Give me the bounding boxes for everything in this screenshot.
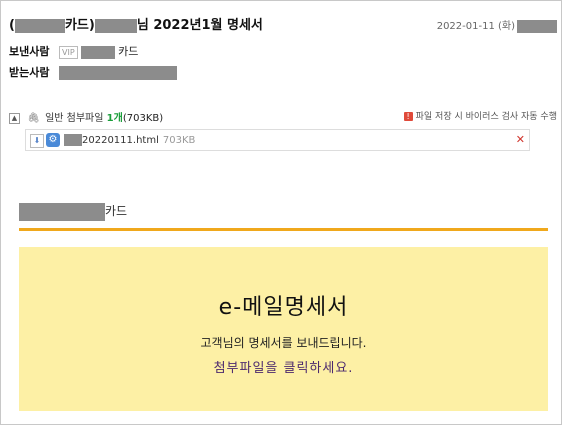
- attachment-total-size: (703KB): [122, 113, 164, 124]
- sender-name[interactable]: 카드: [118, 45, 138, 58]
- attachment-count: 1개: [106, 113, 123, 124]
- mail-subject: (카드) 님 2022년1월 명세서: [9, 14, 263, 33]
- warning-icon: !: [403, 112, 413, 121]
- mail-view: (카드) 님 2022년1월 명세서 2022-01-11 (화) 보낸사람 VI…: [0, 0, 562, 425]
- banner-instruction: 첨부파일을 클릭하세요.: [213, 361, 354, 376]
- attachment-file-link[interactable]: 20220111.html 703KB: [64, 134, 195, 146]
- brand-suffix: 카드: [105, 204, 128, 218]
- mail-date: 2022-01-11 (화): [437, 17, 557, 33]
- receiver-label: 받는사람: [9, 66, 50, 79]
- subject-card: 카드): [64, 18, 95, 33]
- virus-scan-text: 파일 저장 시 바이러스 검사 자동 수행: [415, 112, 557, 122]
- redacted-text: [517, 19, 557, 33]
- banner-title: e-메일명세서: [218, 295, 349, 320]
- attachment-label: 일반 첨부파일: [45, 113, 104, 124]
- redacted-text: [58, 66, 177, 80]
- vip-badge: VIP: [58, 45, 78, 59]
- paperclip-icon: 🖇: [27, 113, 40, 124]
- date-text: 2022-01-11 (화): [436, 21, 515, 32]
- redacted-text: [64, 134, 82, 146]
- divider: [19, 228, 548, 231]
- sender-label: 보낸사람: [9, 45, 50, 58]
- redacted-text: [19, 202, 105, 221]
- collapse-icon[interactable]: ▲: [9, 112, 20, 124]
- receiver-row: 받는사람: [9, 64, 177, 80]
- file-size: 703KB: [162, 135, 196, 146]
- attachment-bar: ▲ 🖇 일반 첨부파일 1개(703KB) ! 파일 저장 시 바이러스 검사 자…: [9, 109, 557, 124]
- statement-banner: e-메일명세서 고객님의 명세서를 보내드립니다. 첨부파일을 클릭하세요.: [19, 247, 548, 411]
- attachment-file-row: ⬇ ⚙ 20220111.html 703KB ✕: [25, 129, 530, 151]
- banner-message: 고객님의 명세서를 보내드립니다.: [200, 336, 367, 350]
- redacted-text: [14, 18, 65, 33]
- redacted-text: [80, 45, 115, 59]
- subject-title: 님 2022년1월 명세서: [136, 18, 263, 33]
- download-icon[interactable]: ⬇: [30, 134, 44, 148]
- close-icon[interactable]: ✕: [516, 133, 525, 146]
- redacted-text: [94, 18, 137, 33]
- gear-icon[interactable]: ⚙: [46, 133, 60, 147]
- brand-header: 카드: [19, 202, 127, 221]
- file-name: 20220111.html: [82, 135, 159, 146]
- sender-row: 보낸사람 VIP 카드: [9, 43, 138, 59]
- virus-scan-notice: ! 파일 저장 시 바이러스 검사 자동 수행: [403, 109, 557, 122]
